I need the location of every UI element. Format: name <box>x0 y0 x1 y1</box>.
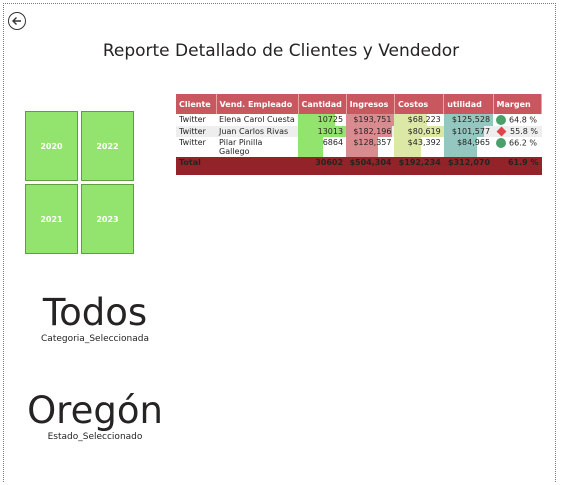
cell-value: 10725 <box>317 115 344 124</box>
header-ingresos[interactable]: Ingresos <box>346 94 395 114</box>
cell-cantidad: 13013 <box>298 126 347 137</box>
cell-costos: $43,392 <box>394 137 443 157</box>
header-margen[interactable]: Margen <box>493 94 543 114</box>
cell-utilidad: $125,528 <box>443 114 494 126</box>
header-cantidad[interactable]: Cantidad <box>298 94 347 114</box>
cell-value: 6864 <box>322 138 344 147</box>
year-tile-label: 2022 <box>96 141 119 151</box>
total-label: Total <box>176 157 217 175</box>
cell-vendedor: Pilar Pinilla Gallego <box>219 138 263 156</box>
cell-cliente: Twitter <box>176 126 217 137</box>
back-arrow-circle-icon <box>12 17 21 25</box>
cell-value: $43,392 <box>407 138 441 147</box>
cell-value: $128,357 <box>353 138 392 147</box>
cell-cantidad: 6864 <box>298 137 346 157</box>
total-row: Total 30602 $504,304 $192,234 $312,070 6… <box>176 157 542 175</box>
category-label: Categoria_Seleccionada <box>41 334 149 344</box>
table-row[interactable]: Twitter Juan Carlos Rivas 13013 $182,196… <box>176 126 542 137</box>
category-value: Todos <box>42 291 148 334</box>
year-tile-2021[interactable]: 2021 <box>25 184 78 254</box>
cell-value: $125,528 <box>451 115 491 124</box>
cell-value: $193,751 <box>353 115 392 124</box>
cell-vendedor: Juan Carlos Rivas <box>216 126 298 137</box>
total-costos: $192,234 <box>394 157 444 175</box>
year-tile-2020[interactable]: 2020 <box>25 111 78 181</box>
table-row[interactable]: Twitter Pilar Pinilla Gallego 6864 $128,… <box>176 137 542 157</box>
header-cliente[interactable]: Cliente <box>176 94 217 114</box>
cell-value: 55.8 % <box>510 127 539 136</box>
table-row[interactable]: Twitter Elena Carol Cuesta 10725 $193,75… <box>176 114 542 126</box>
year-tile-2022[interactable]: 2022 <box>81 111 134 181</box>
red-diamond-icon <box>496 126 507 137</box>
header-vendedor[interactable]: Vend. Empleado <box>216 94 299 114</box>
state-card: Oregón Estado_Seleccionado <box>0 389 190 443</box>
cell-utilidad: $101,577 <box>443 126 494 137</box>
green-circle-icon <box>496 138 507 148</box>
cell-value: $84,965 <box>456 138 491 147</box>
cell-margen: 55.8 % <box>493 126 542 137</box>
category-card: Todos Categoria_Seleccionada <box>0 291 190 345</box>
cell-costos: $68,223 <box>394 114 443 126</box>
report-title: Reporte Detallado de Clientes y Vendedor <box>102 41 460 61</box>
cell-vendedor: Elena Carol Cuesta <box>219 115 295 124</box>
cell-margen: 64.8 % <box>493 114 541 126</box>
cell-value: $68,223 <box>407 115 441 124</box>
table-header-row: Cliente Vend. Empleado Cantidad Ingresos… <box>176 94 543 114</box>
header-costos[interactable]: Costos <box>394 94 445 114</box>
cell-ingresos: $128,357 <box>346 137 394 157</box>
year-tile-label: 2021 <box>40 214 63 224</box>
cell-margen: 66.2 % <box>493 137 541 157</box>
cell-costos: $80,619 <box>394 126 444 137</box>
cell-ingresos: $182,196 <box>346 126 395 137</box>
cell-cliente: Twitter <box>179 138 206 147</box>
cell-value: 64.8 % <box>509 115 538 125</box>
year-tile-2023[interactable]: 2023 <box>81 184 134 254</box>
back-button[interactable] <box>8 12 26 30</box>
cell-value: $182,196 <box>353 127 392 136</box>
total-margen: 61.9 % <box>493 157 542 175</box>
year-tile-label: 2020 <box>40 141 63 151</box>
header-utilidad[interactable]: utilidad <box>443 94 494 114</box>
cell-value: $101,577 <box>451 127 491 136</box>
cell-ingresos: $193,751 <box>346 114 395 126</box>
total-cantidad: 30602 <box>298 157 347 175</box>
cell-value: 13013 <box>317 127 344 136</box>
cell-cantidad: 10725 <box>298 114 346 126</box>
cell-utilidad: $84,965 <box>443 137 493 157</box>
cell-cliente: Twitter <box>179 115 206 124</box>
detail-table: Cliente Vend. Empleado Cantidad Ingresos… <box>176 94 543 175</box>
state-label: Estado_Seleccionado <box>47 432 143 442</box>
cell-value: 66.2 % <box>509 138 538 148</box>
year-tile-label: 2023 <box>96 214 119 224</box>
total-utilidad: $312,070 <box>443 157 494 175</box>
green-circle-icon <box>496 115 507 125</box>
total-ingresos: $504,304 <box>346 157 395 175</box>
cell-value: $80,619 <box>407 127 441 136</box>
state-value: Oregón <box>27 389 163 432</box>
total-empty <box>216 157 298 175</box>
